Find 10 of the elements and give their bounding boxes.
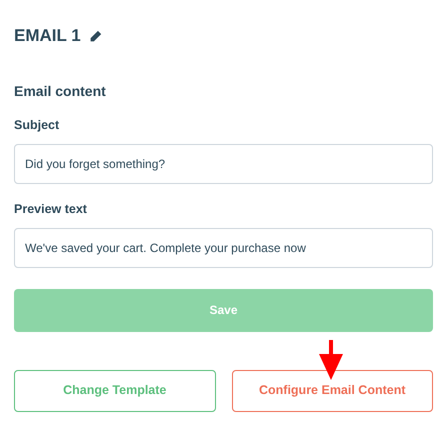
pencil-icon[interactable] (88, 30, 102, 42)
section-title: Email content (14, 82, 107, 101)
down-arrow (317, 340, 345, 380)
field-label: Subject (14, 117, 60, 134)
email-title: EMAIL 1 (14, 25, 81, 48)
text-field[interactable]: Did you forget something? (14, 144, 433, 184)
action-button[interactable]: Configure Email Content (232, 370, 433, 412)
field-label: Preview text (14, 200, 88, 218)
text-field[interactable]: We've saved your cart. Complete your purchase now (14, 228, 433, 268)
action-button[interactable]: Change Template (14, 370, 216, 412)
